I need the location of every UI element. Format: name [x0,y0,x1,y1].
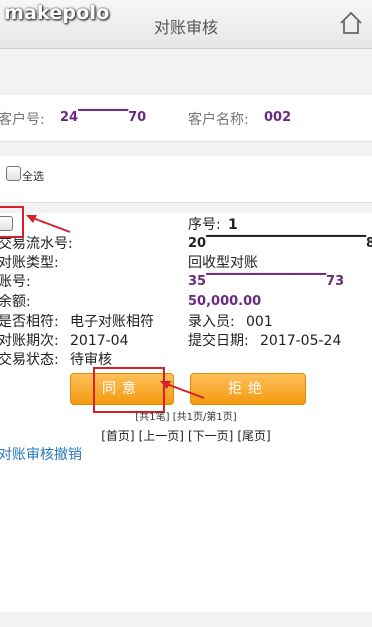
txn-no-value: 20▔▔▔▔▔▔▔▔▔▔▔▔▔▔▔▔89 [188,236,372,251]
period-value: 2017-04 [70,333,129,349]
home-icon[interactable] [338,10,364,36]
annotation-arrow-checkbox [26,215,71,233]
recon-type-value: 回收型对账 [188,255,258,271]
customer-id-label: 客户号: [0,112,45,128]
submit-date-label: 提交日期: [188,333,249,349]
account-value: 35▔▔▔▔▔▔▔▔▔▔▔▔73 [188,274,345,289]
entry-value: 001 [246,314,273,330]
customer-id-value: 24▔▔▔▔▔70 [60,110,147,125]
select-all-checkbox[interactable] [6,166,21,181]
status-label: 交易状态: [0,352,59,368]
recon-type-label: 对账类型: [0,255,59,271]
annotation-box-checkbox [0,206,24,238]
customer-name-label: 客户名称: [188,112,249,128]
page-title: 对账审核 [153,18,218,37]
account-label: 账号: [0,274,31,290]
balance-value: 50,000.00 [188,294,262,309]
reject-button[interactable]: 拒绝 [190,373,306,405]
last-page-link[interactable]: [尾页] [237,429,270,443]
annotation-arrow-agree [160,381,205,399]
balance-label: 余额: [0,294,31,310]
first-page-link[interactable]: [首页] [101,429,134,443]
select-all-row: 全选 [0,156,372,203]
record-card: 序号: 1 交易流水号: 20▔▔▔▔▔▔▔▔▔▔▔▔▔▔▔▔89 对账类型: … [0,213,372,373]
pagination: [首页] [上一页] [下一页] [尾页] [0,427,372,444]
revoke-audit-link[interactable]: 对账审核撤销 [0,444,82,464]
prev-page-link[interactable]: [上一页] [139,429,184,443]
select-all-label: 全选 [22,170,44,183]
match-label: 是否相符: [0,314,59,330]
entry-label: 录入员: [188,314,235,330]
page-bottom [0,612,372,627]
customer-info-row: 客户号: 24▔▔▔▔▔70 客户名称: 002 [0,95,372,142]
serial-value: 1 [228,217,238,233]
next-page-link[interactable]: [下一页] [188,429,233,443]
section-gap [0,49,372,95]
submit-date-value: 2017-05-24 [260,333,342,349]
annotation-box-agree [93,367,165,413]
section-gap [0,142,372,156]
app-header: makepolo 对账审核 [0,0,372,49]
customer-name-value: 002 [264,110,292,125]
period-label: 对账期次: [0,333,59,349]
match-value: 电子对账相符 [70,314,154,330]
page-count-info: [共1笔] [共1页/第1页] [135,412,237,423]
serial-label: 序号: [188,217,221,233]
